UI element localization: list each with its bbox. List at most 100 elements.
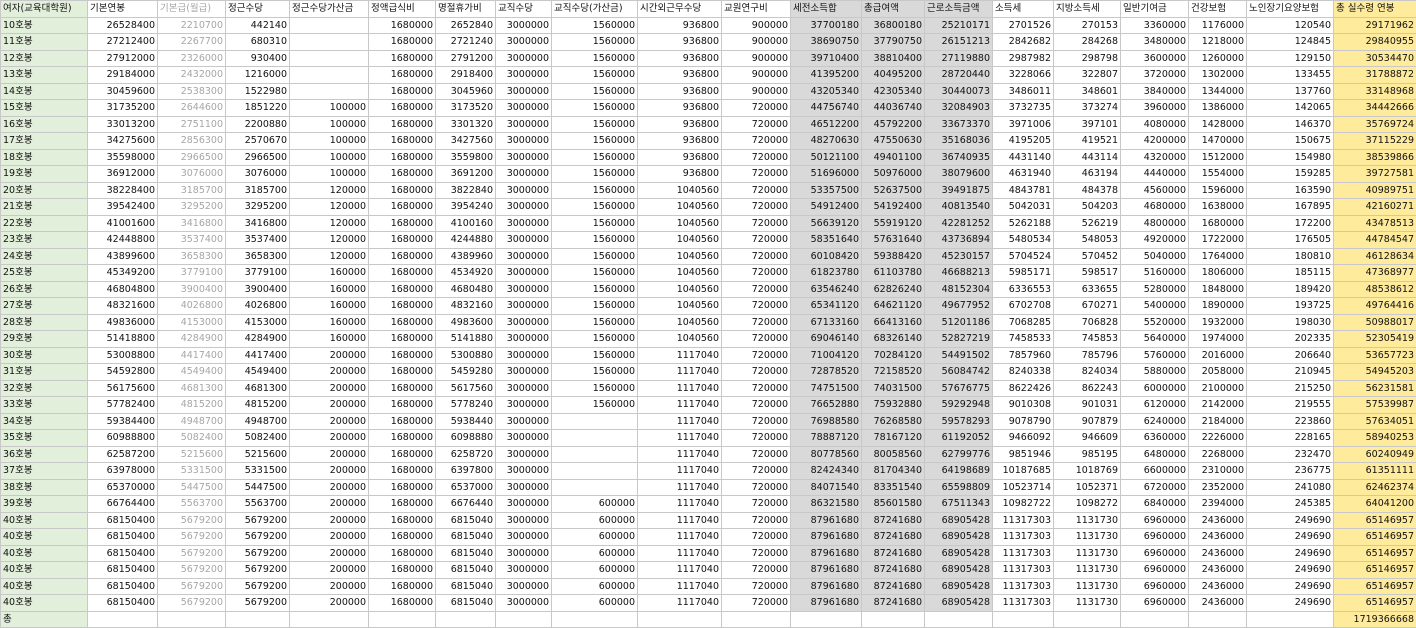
data-cell[interactable]: 6720000 [1121,479,1189,496]
data-cell[interactable]: 43478513 [1334,215,1416,232]
data-cell[interactable]: 1040560 [638,248,722,265]
data-cell[interactable]: 1216000 [226,67,290,84]
data-cell[interactable]: 3185700 [158,182,226,199]
data-cell[interactable]: 570452 [1054,248,1121,265]
data-cell[interactable]: 936800 [638,166,722,183]
data-cell[interactable]: 936800 [638,83,722,100]
data-cell[interactable]: 10982722 [993,496,1054,513]
data-cell[interactable]: 1117040 [638,512,722,529]
data-cell[interactable]: 75932880 [862,397,925,414]
data-cell[interactable]: 160000 [290,298,369,315]
row-label-cell[interactable]: 28호봉 [1,314,88,331]
data-cell[interactable]: 6960000 [1121,512,1189,529]
data-cell[interactable]: 160000 [290,314,369,331]
data-cell[interactable]: 9078790 [993,413,1054,430]
data-cell[interactable]: 87241680 [862,578,925,595]
data-cell[interactable]: 30459600 [88,83,158,100]
data-cell[interactable]: 120000 [290,232,369,249]
data-cell[interactable]: 65598809 [925,479,993,496]
empty-cell[interactable] [496,611,552,628]
data-cell[interactable]: 4681300 [226,380,290,397]
data-cell[interactable]: 7857960 [993,347,1054,364]
data-cell[interactable]: 64621120 [862,298,925,315]
column-header[interactable]: 총 실수령 연봉 [1334,1,1416,18]
data-cell[interactable]: 3486011 [993,83,1054,100]
data-cell[interactable]: 3000000 [496,578,552,595]
column-header[interactable]: 건강보험 [1189,1,1247,18]
data-cell[interactable]: 5679200 [158,578,226,595]
data-cell[interactable]: 3000000 [496,512,552,529]
data-cell[interactable]: 6537000 [436,479,496,496]
data-cell[interactable]: 4534920 [436,265,496,282]
data-cell[interactable]: 1131730 [1054,545,1121,562]
data-cell[interactable]: 48538612 [1334,281,1416,298]
data-cell[interactable]: 1680000 [369,298,436,315]
data-cell[interactable]: 706828 [1054,314,1121,331]
row-label-cell[interactable]: 38호봉 [1,479,88,496]
data-cell[interactable]: 32084903 [925,100,993,117]
data-cell[interactable]: 5679200 [226,595,290,612]
data-cell[interactable]: 65146957 [1334,545,1416,562]
data-cell[interactable]: 85601580 [862,496,925,513]
data-cell[interactable]: 1522980 [226,83,290,100]
data-cell[interactable]: 633655 [1054,281,1121,298]
data-cell[interactable]: 3822840 [436,182,496,199]
data-cell[interactable]: 3000000 [496,17,552,34]
row-label-cell[interactable]: 18호봉 [1,149,88,166]
row-label-cell[interactable]: 10호봉 [1,17,88,34]
data-cell[interactable]: 70284120 [862,347,925,364]
data-cell[interactable]: 11317303 [993,512,1054,529]
data-cell[interactable]: 6815040 [436,562,496,579]
data-cell[interactable]: 720000 [722,545,791,562]
data-cell[interactable]: 35598000 [88,149,158,166]
data-cell[interactable]: 44784547 [1334,232,1416,249]
column-header[interactable]: 여자(교육대학원) [1,1,88,18]
data-cell[interactable] [552,430,638,447]
data-cell[interactable]: 159285 [1247,166,1334,183]
data-cell[interactable]: 5300880 [436,347,496,364]
data-cell[interactable]: 35168036 [925,133,993,150]
data-cell[interactable]: 930400 [226,50,290,67]
data-cell[interactable]: 26151213 [925,34,993,51]
data-cell[interactable]: 8240338 [993,364,1054,381]
data-cell[interactable]: 4680000 [1121,199,1189,216]
data-cell[interactable]: 62826240 [862,281,925,298]
data-cell[interactable] [290,83,369,100]
column-header[interactable]: 정근수당 [226,1,290,18]
data-cell[interactable]: 68150400 [88,562,158,579]
data-cell[interactable]: 52827219 [925,331,993,348]
data-cell[interactable]: 2842682 [993,34,1054,51]
row-label-cell[interactable]: 40호봉 [1,595,88,612]
column-header[interactable]: 기본급(월급) [158,1,226,18]
data-cell[interactable]: 3000000 [496,83,552,100]
data-cell[interactable]: 5985171 [993,265,1054,282]
data-cell[interactable]: 42281252 [925,215,993,232]
data-cell[interactable]: 3000000 [496,562,552,579]
data-cell[interactable]: 68150400 [88,578,158,595]
data-cell[interactable]: 3720000 [1121,67,1189,84]
data-cell[interactable]: 3000000 [496,265,552,282]
data-cell[interactable]: 41395200 [791,67,862,84]
data-cell[interactable]: 53657723 [1334,347,1416,364]
data-cell[interactable]: 6240000 [1121,413,1189,430]
data-cell[interactable]: 3076000 [226,166,290,183]
empty-cell[interactable] [862,611,925,628]
column-header[interactable]: 교직수당(가산금) [552,1,638,18]
data-cell[interactable]: 45230157 [925,248,993,265]
data-cell[interactable]: 65146957 [1334,512,1416,529]
data-cell[interactable]: 43736894 [925,232,993,249]
column-header[interactable]: 일반기여금 [1121,1,1189,18]
data-cell[interactable]: 600000 [552,562,638,579]
data-cell[interactable]: 1117040 [638,595,722,612]
data-cell[interactable]: 210945 [1247,364,1334,381]
data-cell[interactable]: 5280000 [1121,281,1189,298]
data-cell[interactable]: 2100000 [1189,380,1247,397]
data-cell[interactable]: 100000 [290,149,369,166]
data-cell[interactable]: 5679200 [226,545,290,562]
data-cell[interactable]: 720000 [722,397,791,414]
data-cell[interactable]: 11317303 [993,545,1054,562]
data-cell[interactable]: 1680000 [369,83,436,100]
data-cell[interactable]: 167895 [1247,199,1334,216]
data-cell[interactable]: 228165 [1247,430,1334,447]
data-cell[interactable]: 2226000 [1189,430,1247,447]
